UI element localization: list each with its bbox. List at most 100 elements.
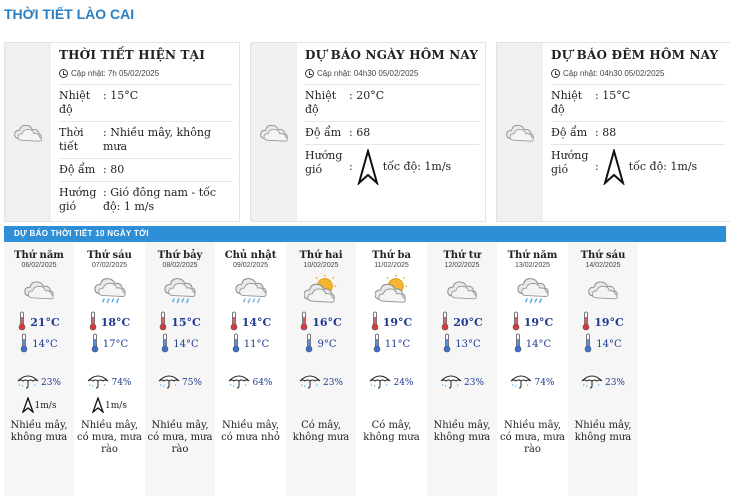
thermometer-high-icon [441,311,449,334]
temp-high: 15°C [171,315,201,329]
forecast-day-column: Thứ sáu 07/02/2025 18°C 17°C 74% 1m/s Nhiều mâ… [75,242,145,496]
rain-cloud-icon [216,271,286,307]
wind-direction-arrow-icon [91,395,105,416]
day-name: Thứ sáu [87,250,132,261]
row-wind: Hướng gió : tốc độ: 1m/s [305,145,479,189]
weather-description: Nhiều mây, không mưa [433,420,491,443]
thermometer-low-icon [91,333,99,356]
thermometer-high-icon [512,311,520,334]
day-date: 11/02/2025 [374,262,409,269]
day-date: 13/02/2025 [514,262,551,269]
day-date: 07/02/2025 [91,262,128,269]
day-date: 06/02/2025 [21,262,57,269]
temp-low: 11°C [243,338,270,350]
temp-low: 14°C [525,338,552,350]
row-humidity: Độ ẩm68 [305,122,479,145]
tonight-forecast-card: DỰ BÁO ĐÊM HÔM NAY Cập nhật: 04h30 05/02… [496,42,730,222]
today-forecast-card: DỰ BÁO NGÀY HÔM NAY Cập nhật: 04h30 05/0… [250,42,486,222]
day-name: Chủ nhật [224,250,277,261]
row-temperature: Nhiệt độ15°C [59,85,233,122]
umbrella-icon [299,373,321,392]
updated-time: Cập nhật: 7h 05/02/2025 [71,69,160,78]
forecast-day-column: Thứ hai 10/02/2025 16°C 9°C 23% Có mây, không… [286,242,356,496]
row-temperature: Nhiệt độ20°C [305,85,479,122]
weather-description: Nhiều mây, có mưa, mưa rào [147,420,213,455]
thermometer-low-icon [584,333,592,356]
day-date: 08/02/2025 [162,262,198,269]
forecast-day-column: Thứ sáu 14/02/2025 19°C 14°C 23% Nhiều mây, k… [568,242,638,496]
clock-icon [59,69,68,78]
day-name: Thứ ba [372,250,411,261]
temp-low: 14°C [596,338,622,350]
row-humidity: Độ ẩm88 [551,122,725,145]
card-title: DỰ BÁO ĐÊM HÔM NAY [551,48,719,62]
temp-high: 19°C [523,315,554,329]
temp-high: 19°C [594,315,624,329]
thermometer-high-icon [89,311,97,334]
temp-low: 14°C [173,338,199,350]
temp-high: 18°C [100,315,131,329]
card-title: DỰ BÁO NGÀY HÔM NAY [305,48,479,62]
umbrella-icon [369,373,391,392]
temp-high: 14°C [241,315,272,329]
temp-high: 16°C [312,315,342,329]
row-temperature: Nhiệt độ15°C [551,85,725,122]
thermometer-high-icon [18,311,26,334]
temp-low: 11°C [384,338,411,350]
rain-probability: 74% [534,377,555,388]
thermometer-low-icon [514,333,522,356]
day-date: 09/02/2025 [232,262,269,269]
ten-day-forecast: Thứ năm 06/02/2025 21°C 14°C 23% 1m/s Nhiều mâ… [4,242,726,496]
thermometer-high-icon [371,311,379,334]
cloudy-icon [427,271,497,307]
rain-probability: 24% [393,377,414,388]
wind-direction-arrow-icon [21,395,34,416]
weather-description: Nhiều mây, không mưa [574,420,632,443]
umbrella-icon [87,373,109,392]
temp-high: 20°C [453,315,483,329]
rain-probability: 64% [252,377,273,388]
umbrella-icon [158,373,180,392]
cloudy-icon [4,271,74,307]
current-weather-card: THỜI TIẾT HIỆN TẠI Cập nhật: 7h 05/02/20… [4,42,240,222]
row-wind: Hướng gióGió đông nam - tốc độ: 1 m/s [59,182,233,218]
day-name: Thứ bảy [157,250,203,261]
cloudy-icon [506,124,534,142]
rain-probability: 23% [40,377,61,388]
thermometer-high-icon [230,311,238,334]
thermometer-low-icon [305,333,313,356]
day-name: Thứ năm [14,250,64,261]
updated-time: Cập nhật: 04h30 05/02/2025 [317,69,419,78]
umbrella-icon [510,373,532,392]
rain-probability: 23% [463,377,484,388]
row-wind: Hướng gió : tốc độ: 1m/s [551,145,725,189]
umbrella-icon [440,373,462,392]
forecast-day-column: Chủ nhật 09/02/2025 14°C 11°C 64% Nhiều mây, … [216,242,286,496]
row-humidity: Độ ẩm80 [59,159,233,182]
card-title: THỜI TIẾT HIỆN TẠI [59,48,206,62]
clock-icon [551,69,560,78]
rain-probability: 74% [111,377,132,388]
forecast-day-column: Thứ năm 06/02/2025 21°C 14°C 23% 1m/s Nhiều mâ… [4,242,74,496]
thermometer-low-icon [161,333,169,356]
temp-low: 13°C [455,338,481,350]
forecast-day-column: Thứ tư 12/02/2025 20°C 13°C 23% Nhiều mây, kh… [427,242,497,496]
rain-probability: 75% [181,377,202,388]
thermometer-high-icon [159,311,167,334]
cloudy-icon [260,124,288,142]
forecast-section-header: DỰ BÁO THỜI TIẾT 10 NGÀY TỚI [4,226,726,242]
wind-direction-arrow-icon [603,149,625,185]
wind-direction-arrow-icon [357,149,379,185]
weather-description: Nhiều mây, có mưa, mưa rào [500,420,565,455]
umbrella-icon [228,373,250,392]
partly-sunny-icon [357,271,427,307]
row-weather: Thời tiếtNhiều mây, không mưa [59,122,233,159]
page-title: THỜI TIẾT LÀO CAI [4,6,135,22]
weather-description: Có mây, không mưa [292,420,350,443]
day-name: Thứ tư [443,250,481,261]
thermometer-low-icon [373,333,381,356]
weather-description: Nhiều mây, có mưa, mưa rào [77,420,142,455]
weather-description: Nhiều mây, có mưa nhỏ [221,420,280,443]
weather-description: Có mây, không mưa [363,420,420,443]
forecast-day-column: Thứ ba 11/02/2025 19°C 11°C 24% Có mây, không… [357,242,427,496]
